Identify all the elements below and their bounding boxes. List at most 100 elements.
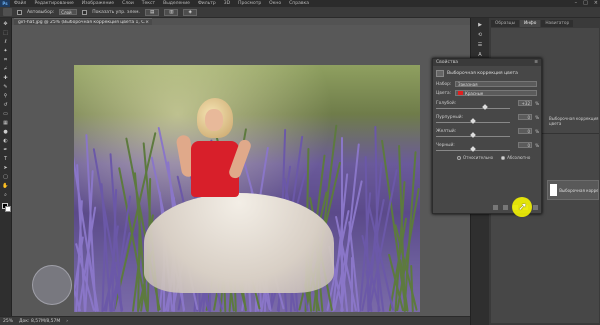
radio-absolute-indicator[interactable] xyxy=(501,156,506,160)
preset-row: Набор: Заказная xyxy=(436,81,537,87)
panel-menu-icon[interactable]: ≡ xyxy=(534,60,541,65)
zoom-icon[interactable]: ⌕ xyxy=(2,192,9,198)
3d-mode-icon[interactable]: ◈ xyxy=(183,8,197,16)
radio-relative[interactable]: Относительно xyxy=(457,155,493,160)
play-icon[interactable]: ▶ xyxy=(476,22,484,28)
info-text: Выборочная коррекция цвета xyxy=(549,116,599,126)
healing-brush-icon[interactable]: ✚ xyxy=(2,75,9,81)
red-swatch xyxy=(458,91,463,95)
eraser-icon[interactable]: ▭ xyxy=(2,111,9,117)
photo-girl-lavender-field[interactable] xyxy=(74,65,420,312)
type-icon[interactable]: T xyxy=(2,156,9,162)
canvas-area[interactable] xyxy=(12,25,470,316)
history-brush-icon[interactable]: ↺ xyxy=(2,102,9,108)
tab-navigator[interactable]: Навигатор xyxy=(541,20,574,27)
percent-sign: % xyxy=(535,115,539,120)
window-controls: – □ × xyxy=(575,0,598,6)
transform-controls-checkbox[interactable] xyxy=(82,9,88,15)
marquee-icon[interactable]: ⬚ xyxy=(2,30,9,36)
menu-item-0[interactable]: Файл xyxy=(10,1,30,6)
options-bar: Автовыбор: Слой Показать упр. элем. ▤ ▥ … xyxy=(0,7,600,18)
blur-icon[interactable]: ● xyxy=(2,129,9,135)
menu-item-7[interactable]: 3D xyxy=(220,1,234,6)
adjustment-title-row: Выборочная коррекция цвета xyxy=(436,70,518,77)
dodge-icon[interactable]: ◐ xyxy=(2,138,9,144)
menu-item-10[interactable]: Справка xyxy=(285,1,313,6)
radio-relative-indicator[interactable] xyxy=(457,156,461,160)
slider-value-field[interactable]: +32 xyxy=(518,100,532,106)
preset-label: Набор: xyxy=(436,81,452,87)
minimize-icon[interactable]: – xyxy=(575,0,578,6)
menu-item-9[interactable]: Окно xyxy=(265,1,285,6)
percent-sign: % xyxy=(535,143,539,148)
colors-label: Цвета: xyxy=(436,90,452,96)
colors-dropdown[interactable]: Красные xyxy=(455,90,537,96)
slider-value-field[interactable]: 0 xyxy=(518,114,532,120)
gradient-icon[interactable]: ▦ xyxy=(2,120,9,126)
history-icon[interactable]: ⟲ xyxy=(476,32,484,38)
eyedropper-icon[interactable]: ⌿ xyxy=(2,66,9,72)
menu-item-2[interactable]: Изображение xyxy=(78,1,118,6)
colors-row: Цвета: Красные xyxy=(436,90,537,96)
layer-mask-thumbnail[interactable] xyxy=(550,184,558,196)
magic-wand-icon[interactable]: ✦ xyxy=(2,48,9,54)
move-icon[interactable]: ✥ xyxy=(2,21,9,27)
panel-tabs: Образцы Инфо Навигатор xyxy=(491,20,574,27)
menu-item-6[interactable]: Фильтр xyxy=(194,1,220,6)
menu-item-3[interactable]: Слои xyxy=(118,1,138,6)
autoselect-dropdown[interactable]: Слой xyxy=(59,9,78,15)
layer-row[interactable]: Выборочная коррекция... xyxy=(547,180,599,200)
menu-item-1[interactable]: Редактирование xyxy=(30,1,77,6)
method-radio-group: Относительно Абсолютно xyxy=(457,155,530,160)
view-previous-icon[interactable] xyxy=(503,205,508,210)
slider-value-field[interactable]: 0 xyxy=(518,128,532,134)
properties-header[interactable]: Свойства ≡ xyxy=(433,59,541,66)
brush-icon[interactable]: ✎ xyxy=(2,84,9,90)
slider-row: Голубой: +32% xyxy=(436,100,540,110)
radio-absolute[interactable]: Абсолютно xyxy=(501,155,530,160)
slider-label: Голубой: xyxy=(436,101,457,106)
slider-value-field[interactable]: 0 xyxy=(518,142,532,148)
mouse-pointer-icon: ➚ xyxy=(518,200,528,213)
menu-item-8[interactable]: Просмотр xyxy=(234,1,265,6)
watermark-logo xyxy=(32,265,72,305)
shape-icon[interactable]: ▢ xyxy=(2,174,9,180)
hand-icon[interactable]: ✋ xyxy=(2,183,9,189)
background-color-swatch[interactable] xyxy=(5,206,11,212)
crop-icon[interactable]: ⌗ xyxy=(2,57,9,63)
properties-title: Свойства xyxy=(436,60,458,65)
menu-bar: Ps Файл Редактирование Изображение Слои Текс… xyxy=(0,0,600,7)
path-selection-icon[interactable]: ➤ xyxy=(2,165,9,171)
slider-track[interactable] xyxy=(436,108,510,109)
layer-name: Выборочная коррекция... xyxy=(559,187,598,193)
tab-swatches[interactable]: Образцы xyxy=(491,20,519,27)
zoom-level[interactable]: 25% xyxy=(3,319,13,324)
preset-dropdown[interactable]: Заказная xyxy=(455,81,537,87)
slider-row: Желтый: 0% xyxy=(436,128,540,138)
status-bar: 25% Док: 8,57M/8,57M › xyxy=(0,316,470,325)
distribute-icon[interactable]: ▥ xyxy=(164,8,179,16)
maximize-icon[interactable]: □ xyxy=(583,0,588,6)
status-arrow-icon[interactable]: › xyxy=(66,319,68,324)
document-size: Док: 8,57M/8,57M xyxy=(19,318,61,324)
autoselect-checkbox[interactable] xyxy=(17,9,22,15)
clone-stamp-icon[interactable]: ⚲ xyxy=(2,93,9,99)
delete-icon[interactable] xyxy=(533,205,538,210)
tab-info[interactable]: Инфо xyxy=(520,20,541,27)
close-document-icon[interactable]: × xyxy=(145,20,152,25)
selective-color-icon xyxy=(436,70,444,77)
tools-panel: ✥ ⬚ ℓ ✦ ⌗ ⌿ ✚ ✎ ⚲ ↺ ▭ ▦ ● ◐ ✒ T ➤ ▢ ✋ ⌕ … xyxy=(0,18,12,316)
align-icon[interactable]: ▤ xyxy=(144,8,160,16)
move-tool-icon[interactable] xyxy=(3,8,12,16)
pen-icon[interactable]: ✒ xyxy=(2,147,9,153)
clip-to-layer-icon[interactable] xyxy=(493,205,498,210)
percent-sign: % xyxy=(535,101,539,106)
lasso-icon[interactable]: ℓ xyxy=(2,39,9,45)
menu-item-5[interactable]: Выделение xyxy=(159,1,194,6)
close-icon[interactable]: × xyxy=(594,0,598,6)
percent-sign: % xyxy=(535,129,539,134)
radio-absolute-label: Абсолютно xyxy=(507,155,531,160)
properties-icon[interactable]: ☰ xyxy=(476,42,484,48)
menu-item-4[interactable]: Текст xyxy=(138,1,159,6)
document-tab[interactable]: girl-hat.jpg @ 25% (Выборочная коррекция… xyxy=(14,18,152,25)
